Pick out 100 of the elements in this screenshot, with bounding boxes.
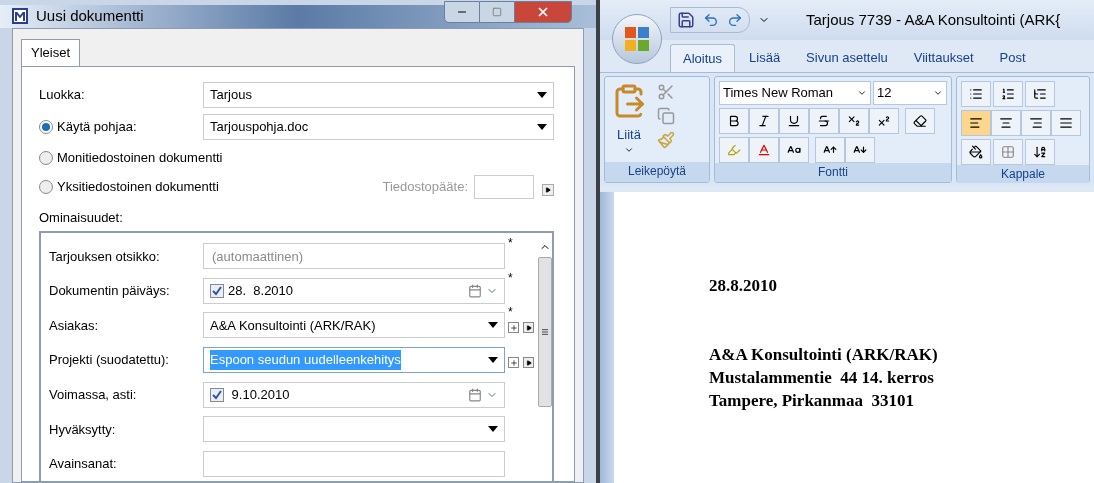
radio-button[interactable] bbox=[39, 180, 53, 194]
arrow-right-icon bbox=[545, 187, 551, 193]
ribbon-tab[interactable]: Sivun asettelu bbox=[794, 44, 900, 72]
dropdown-arrow-icon[interactable] bbox=[488, 357, 498, 364]
field-label: Hyväksytty: bbox=[49, 420, 117, 439]
field-label: Projekti (suodatettu): bbox=[49, 351, 170, 370]
change-case-button[interactable] bbox=[779, 137, 809, 163]
underline-icon bbox=[787, 114, 801, 128]
bold-button[interactable] bbox=[719, 108, 749, 134]
next-button[interactable] bbox=[542, 184, 554, 196]
paste-button[interactable]: Liitä bbox=[611, 81, 647, 162]
ribbon-tab[interactable]: Aloitus bbox=[670, 44, 736, 72]
field-label: Tarjouksen otsikko: bbox=[49, 247, 161, 266]
address-line: Tampere, Pirkanmaa 33101 bbox=[709, 390, 915, 412]
plus-icon bbox=[509, 358, 518, 367]
dropdown-field[interactable]: Tarjous bbox=[203, 82, 554, 108]
font-color-button[interactable] bbox=[749, 137, 779, 163]
multilevel-list-button[interactable] bbox=[1025, 81, 1055, 107]
ribbon-tab[interactable]: Viittaukset bbox=[901, 44, 986, 72]
redo-icon[interactable] bbox=[727, 12, 743, 28]
align-right-button[interactable] bbox=[1021, 110, 1051, 136]
align-justify-button[interactable] bbox=[1051, 110, 1081, 136]
grip-icon bbox=[540, 328, 549, 336]
subscript-icon bbox=[847, 114, 861, 128]
scrollbar-thumb[interactable] bbox=[537, 257, 552, 407]
radio-label[interactable]: Käytä pohjaa: bbox=[57, 116, 137, 137]
field-label: Asiakas: bbox=[49, 316, 100, 335]
checkbox[interactable] bbox=[210, 283, 224, 298]
save-icon[interactable] bbox=[677, 11, 695, 29]
superscript-button[interactable] bbox=[869, 108, 899, 134]
multilevel-list-icon bbox=[1033, 87, 1047, 101]
field-label: Voimassa, asti: bbox=[49, 385, 138, 404]
minimize-button[interactable] bbox=[444, 1, 480, 23]
highlighter-icon bbox=[727, 143, 741, 157]
group-label: Kappale bbox=[957, 165, 1089, 183]
window-title: Uusi dokumentti bbox=[36, 6, 144, 26]
extension-field[interactable] bbox=[474, 175, 534, 199]
strikethrough-button[interactable] bbox=[809, 108, 839, 134]
dropdown-arrow-icon[interactable] bbox=[488, 322, 498, 329]
group-label: Leikepöytä bbox=[605, 162, 709, 182]
add-button[interactable] bbox=[508, 357, 519, 369]
ribbon-tab[interactable]: Post bbox=[987, 44, 1038, 72]
shrink-font-button[interactable] bbox=[845, 137, 875, 163]
dropdown-field[interactable]: Tarjouspohja.doc bbox=[203, 113, 554, 140]
italic-button[interactable] bbox=[749, 108, 779, 134]
arrow-right-icon bbox=[525, 359, 532, 366]
sort-button[interactable] bbox=[1025, 139, 1055, 165]
align-justify-icon bbox=[1059, 116, 1073, 130]
section-label: Ominaisuudet: bbox=[39, 208, 124, 227]
subscript-button[interactable] bbox=[839, 108, 869, 134]
undo-icon[interactable] bbox=[703, 12, 719, 28]
eraser-button[interactable] bbox=[905, 108, 935, 134]
maximize-button[interactable] bbox=[480, 1, 514, 23]
window-title: Tarjous 7739 - A&A Konsultointi (ARK{ bbox=[806, 9, 1061, 30]
dropdown-arrow-icon[interactable] bbox=[537, 123, 547, 130]
ribbon-tab[interactable]: Lisää bbox=[737, 44, 793, 72]
bold-icon bbox=[727, 114, 741, 128]
eraser-icon bbox=[913, 114, 927, 128]
text-field[interactable] bbox=[203, 450, 505, 477]
date-field[interactable]: 28. 8.2010 bbox=[203, 277, 505, 304]
field-label: Dokumentin päiväys: bbox=[49, 282, 171, 301]
text-field[interactable]: (automaattinen) bbox=[203, 243, 505, 270]
align-center-button[interactable] bbox=[991, 110, 1021, 136]
radio-label[interactable]: Yksitiedostoinen dokumentti bbox=[57, 177, 219, 197]
align-left-button[interactable] bbox=[961, 110, 991, 136]
grow-font-button[interactable] bbox=[815, 137, 845, 163]
address-line: A&A Konsultointi (ARK/RAK) bbox=[709, 344, 939, 366]
add-button[interactable] bbox=[508, 322, 519, 334]
tab[interactable]: Yleiset bbox=[21, 38, 81, 67]
dropdown-field[interactable] bbox=[203, 416, 505, 443]
radio-button[interactable] bbox=[39, 119, 53, 134]
close-button[interactable] bbox=[514, 1, 572, 23]
next-button[interactable] bbox=[523, 322, 534, 334]
paint-bucket-icon bbox=[969, 145, 983, 159]
dropdown-field[interactable]: A&A Konsultointi (ARK/RAK) bbox=[203, 312, 505, 339]
align-left-icon bbox=[969, 116, 983, 130]
paint-bucket-button[interactable] bbox=[961, 139, 991, 165]
address-line: Mustalammentie 44 14. kerros bbox=[709, 367, 935, 389]
required-asterisk: * bbox=[508, 237, 513, 250]
bullet-list-button[interactable] bbox=[961, 81, 991, 107]
underline-button[interactable] bbox=[779, 108, 809, 134]
date-field[interactable]: 9.10.2010 bbox=[203, 381, 505, 408]
sort-icon bbox=[1033, 145, 1047, 159]
arrow-right-icon bbox=[525, 325, 532, 331]
font-size-field[interactable]: 12 bbox=[873, 81, 947, 105]
checkbox[interactable] bbox=[210, 387, 224, 402]
radio-label[interactable]: Monitiedostoinen dokumentti bbox=[57, 148, 223, 168]
numbered-list-button[interactable] bbox=[993, 81, 1023, 107]
app-logo-icon bbox=[12, 8, 28, 25]
dropdown-arrow-icon[interactable] bbox=[537, 92, 547, 98]
superscript-icon bbox=[877, 114, 891, 128]
borders-icon bbox=[1001, 145, 1015, 159]
extension-label: Tiedostopääte: bbox=[382, 178, 468, 197]
align-right-icon bbox=[1029, 116, 1043, 130]
align-center-icon bbox=[999, 116, 1013, 130]
font-name-field[interactable]: Times New Roman bbox=[719, 81, 871, 105]
radio-button[interactable] bbox=[39, 151, 53, 165]
font-color-icon bbox=[757, 143, 771, 157]
dropdown-arrow-icon[interactable] bbox=[488, 426, 498, 433]
next-button[interactable] bbox=[523, 357, 534, 369]
